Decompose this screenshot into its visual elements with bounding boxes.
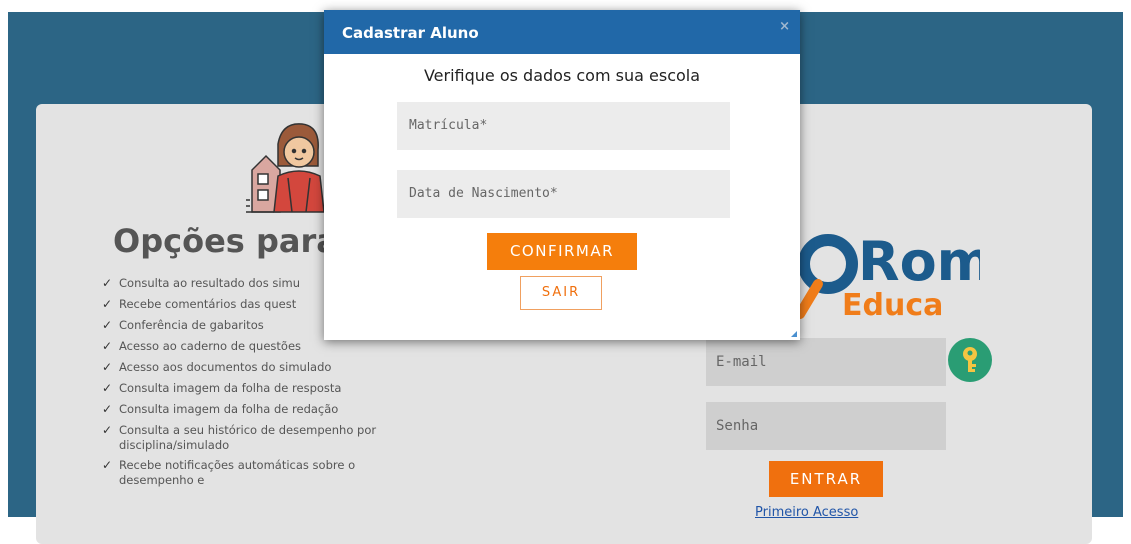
matricula-input[interactable]: Matrícula* bbox=[397, 102, 730, 150]
feature-item: Acesso aos documentos do simulado bbox=[102, 360, 422, 376]
logo-main-text: Rom bbox=[858, 230, 980, 293]
feature-item: Consulta imagem da folha de resposta bbox=[102, 381, 422, 397]
key-button[interactable] bbox=[948, 338, 992, 382]
feature-item: Consulta imagem da folha de redação bbox=[102, 402, 422, 418]
first-access-link[interactable]: Primeiro Acesso bbox=[755, 505, 858, 520]
feature-item: Consulta a seu histórico de desempenho p… bbox=[102, 423, 422, 453]
password-input[interactable]: Senha bbox=[706, 402, 946, 450]
modal-subtitle: Verifique os dados com sua escola bbox=[423, 66, 701, 85]
rom-educa-logo: Rom Educa bbox=[795, 230, 980, 322]
key-icon bbox=[963, 347, 977, 372]
login-button[interactable]: ENTRAR bbox=[769, 461, 883, 497]
modal-title: Cadastrar Aluno bbox=[342, 24, 479, 42]
modal-header: Cadastrar Aluno × bbox=[324, 10, 800, 54]
feature-item: Recebe notificações automáticas sobre o … bbox=[102, 458, 422, 488]
student-illustration bbox=[246, 123, 325, 213]
close-icon[interactable]: × bbox=[779, 4, 790, 50]
confirm-button[interactable]: CONFIRMAR bbox=[487, 233, 637, 270]
resize-handle[interactable] bbox=[791, 331, 797, 337]
birthdate-input[interactable]: Data de Nascimento* bbox=[397, 170, 730, 218]
options-title: Opções para bbox=[113, 222, 338, 260]
email-input[interactable]: E-mail bbox=[706, 338, 946, 386]
register-student-modal: Cadastrar Aluno × Verifique os dados com… bbox=[324, 10, 800, 340]
exit-button[interactable]: SAIR bbox=[520, 276, 602, 310]
logo-sub-text: Educa bbox=[842, 288, 943, 322]
feature-item: Acesso ao caderno de questões bbox=[102, 339, 422, 355]
